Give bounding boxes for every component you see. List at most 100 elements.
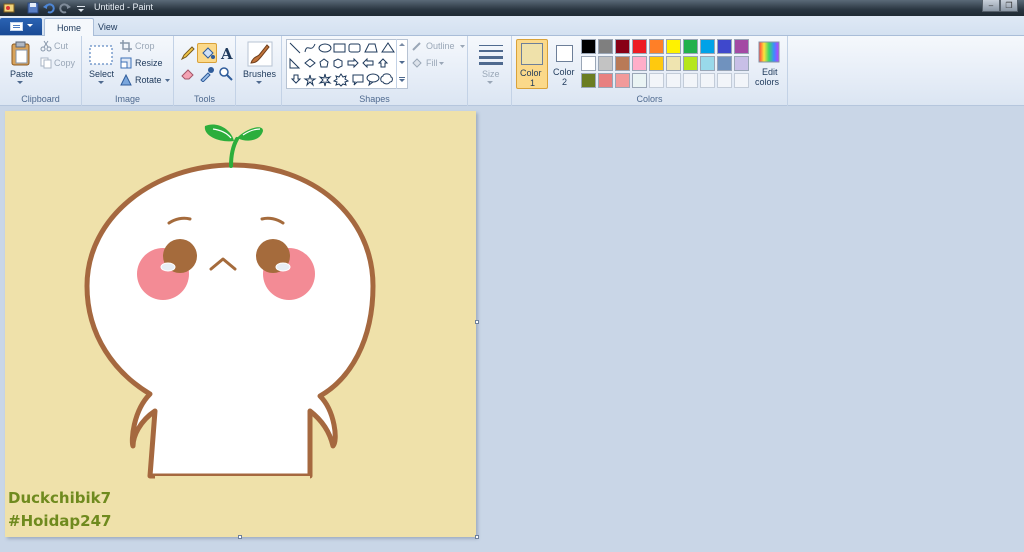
fill-tool-button[interactable] bbox=[197, 43, 217, 63]
text-tool-icon[interactable]: A bbox=[218, 45, 234, 61]
canvas-resize-handle-corner[interactable] bbox=[475, 535, 479, 539]
palette-swatch[interactable] bbox=[581, 56, 596, 71]
color-wheel-icon bbox=[758, 41, 780, 63]
shapes-group-label: Shapes bbox=[359, 94, 390, 104]
shapes-scroll[interactable] bbox=[396, 39, 406, 89]
chevron-down-icon bbox=[98, 81, 104, 84]
bucket-icon bbox=[202, 47, 215, 59]
color2-button[interactable]: Color 2 bbox=[550, 39, 580, 89]
title-bar: Untitled - Paint – ❐ bbox=[0, 0, 1024, 16]
palette-swatch[interactable] bbox=[598, 56, 613, 71]
palette-swatch[interactable] bbox=[581, 73, 596, 88]
menu-icon bbox=[10, 22, 23, 31]
chevron-down-icon bbox=[17, 81, 23, 84]
size-button[interactable]: Size bbox=[472, 39, 508, 89]
palette-swatch[interactable] bbox=[700, 39, 715, 54]
eraser-icon[interactable] bbox=[180, 66, 196, 82]
chevron-down-icon bbox=[399, 61, 405, 64]
crop-label: Crop bbox=[135, 41, 155, 51]
palette-swatch[interactable] bbox=[632, 73, 647, 88]
window-title: Untitled - Paint bbox=[94, 2, 154, 12]
size-group: Size bbox=[468, 36, 512, 106]
color1-swatch bbox=[521, 43, 543, 65]
palette-swatch[interactable] bbox=[598, 39, 613, 54]
fill-button[interactable]: Fill bbox=[411, 57, 467, 71]
edit-colors-button[interactable]: Edit colors bbox=[752, 39, 786, 89]
chibi-drawing bbox=[84, 124, 376, 537]
palette-swatch[interactable] bbox=[666, 73, 681, 88]
paste-icon bbox=[11, 41, 30, 66]
maximize-button[interactable]: ❐ bbox=[1000, 0, 1018, 12]
palette-swatch[interactable] bbox=[734, 56, 749, 71]
palette-swatch[interactable] bbox=[734, 39, 749, 54]
crop-button[interactable]: Crop bbox=[120, 40, 170, 54]
color-palette bbox=[581, 39, 753, 91]
rotate-label: Rotate bbox=[135, 75, 162, 85]
crop-icon bbox=[120, 40, 132, 52]
paint-menu-button[interactable] bbox=[0, 18, 42, 35]
drawing-canvas[interactable]: Duckchibik7 #Hoidap247 bbox=[5, 111, 476, 537]
clipboard-group: Paste Cut Copy Clipboard bbox=[0, 36, 82, 106]
select-button[interactable]: Select bbox=[86, 39, 116, 89]
palette-swatch[interactable] bbox=[649, 73, 664, 88]
palette-swatch[interactable] bbox=[632, 56, 647, 71]
palette-swatch[interactable] bbox=[666, 56, 681, 71]
palette-swatch[interactable] bbox=[615, 56, 630, 71]
color-picker-icon[interactable] bbox=[199, 66, 215, 82]
color2-label: Color bbox=[553, 67, 575, 77]
redo-icon[interactable] bbox=[58, 1, 72, 15]
pencil-icon[interactable] bbox=[180, 45, 196, 61]
resize-button[interactable]: Resize bbox=[120, 57, 170, 71]
select-label: Select bbox=[89, 69, 115, 79]
undo-icon[interactable] bbox=[42, 1, 56, 15]
palette-swatch[interactable] bbox=[717, 73, 732, 88]
outline-icon bbox=[412, 42, 421, 51]
palette-swatch[interactable] bbox=[683, 56, 698, 71]
palette-swatch[interactable] bbox=[700, 73, 715, 88]
color1-button[interactable]: Color 1 bbox=[516, 39, 548, 89]
paint-app-icon[interactable] bbox=[2, 1, 16, 15]
magnifier-icon[interactable] bbox=[218, 66, 234, 82]
palette-swatch[interactable] bbox=[649, 39, 664, 54]
palette-swatch[interactable] bbox=[700, 56, 715, 71]
paste-label: Paste bbox=[10, 69, 34, 79]
customize-toolbar-icon[interactable] bbox=[74, 1, 88, 15]
palette-swatch[interactable] bbox=[717, 39, 732, 54]
copy-icon bbox=[40, 57, 52, 69]
canvas-resize-handle-right[interactable] bbox=[475, 320, 479, 324]
brushes-button[interactable]: Brushes bbox=[240, 39, 278, 89]
chevron-down-icon bbox=[165, 79, 170, 82]
minimize-button[interactable]: – bbox=[982, 0, 1000, 12]
palette-swatch[interactable] bbox=[615, 73, 630, 88]
shapes-gallery[interactable] bbox=[286, 39, 408, 89]
resize-label: Resize bbox=[135, 58, 163, 68]
palette-swatch[interactable] bbox=[666, 39, 681, 54]
palette-swatch[interactable] bbox=[683, 39, 698, 54]
paste-button[interactable]: Paste bbox=[4, 39, 36, 89]
palette-swatch[interactable] bbox=[598, 73, 613, 88]
image-group-label: Image bbox=[114, 94, 140, 104]
rotate-button[interactable]: Rotate bbox=[120, 74, 170, 88]
resize-icon bbox=[120, 57, 132, 69]
palette-swatch[interactable] bbox=[632, 39, 647, 54]
copy-button[interactable]: Copy bbox=[40, 57, 80, 71]
color2-number: 2 bbox=[562, 77, 568, 87]
cut-button[interactable]: Cut bbox=[40, 40, 80, 54]
watermark-hashtag: #Hoidap247 bbox=[8, 512, 112, 530]
tab-view[interactable]: View bbox=[86, 18, 129, 37]
chevron-down-icon bbox=[439, 62, 444, 65]
edit-colors-line1: Edit bbox=[762, 67, 778, 77]
palette-swatch[interactable] bbox=[615, 39, 630, 54]
svg-text:A: A bbox=[220, 45, 233, 61]
palette-swatch[interactable] bbox=[649, 56, 664, 71]
palette-swatch[interactable] bbox=[717, 56, 732, 71]
palette-swatch[interactable] bbox=[734, 73, 749, 88]
palette-swatch[interactable] bbox=[683, 73, 698, 88]
palette-swatch[interactable] bbox=[581, 39, 596, 54]
rotate-icon bbox=[120, 74, 132, 86]
save-icon[interactable] bbox=[26, 1, 40, 15]
expand-gallery-icon bbox=[399, 77, 405, 82]
outline-button[interactable]: Outline bbox=[411, 40, 467, 54]
color1-label: Color bbox=[520, 68, 542, 78]
canvas-resize-handle-bottom[interactable] bbox=[238, 535, 242, 539]
